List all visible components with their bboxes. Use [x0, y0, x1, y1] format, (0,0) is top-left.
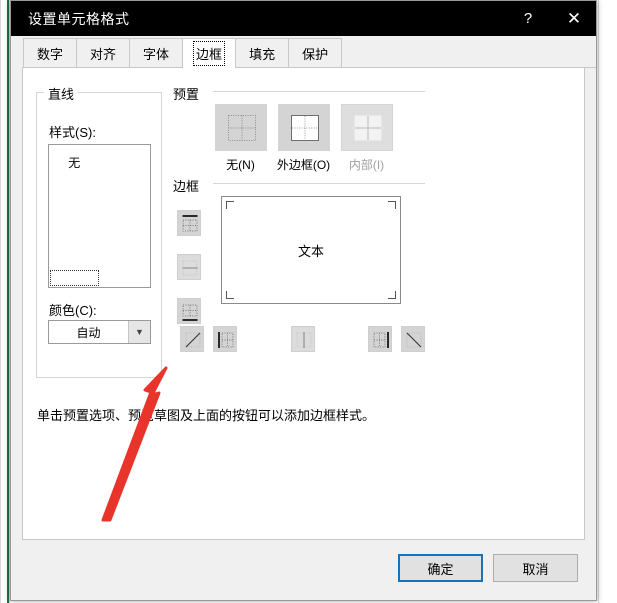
preview-sample-text: 文本 — [297, 243, 324, 259]
tab-label: 对齐 — [90, 47, 117, 62]
grid-vline — [598, 0, 599, 603]
close-icon[interactable]: ✕ — [552, 1, 596, 36]
border-group-rule — [213, 183, 425, 184]
tab-number[interactable]: 数字 — [23, 38, 78, 68]
style-option-solid-thick[interactable] — [100, 251, 151, 269]
style-option-solid-thin[interactable] — [49, 269, 100, 287]
preset-none-button[interactable] — [214, 104, 267, 151]
format-cells-dialog: 设置单元格格式 ? ✕ 数字 对齐 字体 边框 填充 保护 直线 样式(S): … — [10, 0, 597, 601]
border-top-button[interactable] — [177, 210, 201, 236]
border-diagonal-up-button[interactable] — [180, 326, 204, 352]
border-diagonal-up-icon — [185, 331, 201, 349]
style-option-dash-dot-fine[interactable] — [49, 198, 100, 216]
tab-protection[interactable]: 保护 — [288, 38, 343, 68]
style-option-dashed-fine[interactable] — [49, 251, 100, 269]
preset-group-legend: 预置 — [173, 84, 205, 103]
border-diagonal-up-glyph — [185, 332, 201, 348]
border-tab-panel: 直线 样式(S): 无 颜色(C): 自动 ▼ 预置 无(N) 外边框(O) 内… — [22, 67, 585, 540]
tab-border[interactable]: 边框 — [182, 38, 237, 68]
border-right-icon — [373, 331, 389, 349]
style-option-dashed-thick[interactable] — [100, 216, 151, 234]
border-horizontal-inside-button — [177, 254, 201, 280]
border-right-glyph — [373, 332, 389, 348]
color-label: 颜色(C): — [49, 303, 97, 318]
dialog-footer: 确定 取消 — [11, 540, 596, 600]
style-option-dash-dot-medium[interactable] — [100, 198, 151, 216]
preset-none-icon — [227, 114, 257, 142]
style-none-label: 无 — [68, 155, 81, 170]
style-option-dashed-medium[interactable] — [49, 216, 100, 234]
style-label: 样式(S): — [49, 125, 96, 140]
style-option-solid-medium[interactable] — [100, 233, 151, 251]
tab-label: 填充 — [249, 47, 276, 62]
border-horizontal-inside-icon — [182, 259, 198, 277]
style-option-slant-dash[interactable] — [100, 180, 151, 198]
style-option-dash-dot-dot-thin[interactable] — [100, 145, 151, 180]
ok-button-label: 确定 — [427, 561, 454, 577]
line-group-legend: 直线 — [44, 84, 79, 103]
border-vertical-inside-icon — [296, 331, 312, 349]
border-bottom-icon — [182, 303, 198, 321]
style-option-dash-dot-long[interactable] — [49, 233, 100, 251]
dialog-titlebar[interactable]: 设置单元格格式 ? ✕ — [11, 1, 596, 36]
style-option-double[interactable] — [100, 269, 151, 287]
preset-none[interactable]: 无(N) — [209, 104, 272, 173]
tab-strip: 数字 对齐 字体 边框 填充 保护 — [11, 36, 596, 68]
border-diagonal-down-glyph — [406, 332, 422, 348]
preset-none-label: 无(N) — [226, 158, 255, 172]
border-bottom-button[interactable] — [177, 298, 201, 324]
tab-alignment[interactable]: 对齐 — [76, 38, 131, 68]
preset-inside: 内部(I) — [335, 104, 398, 173]
border-left-icon — [218, 331, 234, 349]
border-right-button[interactable] — [368, 326, 392, 352]
border-diagonal-down-button[interactable] — [401, 326, 425, 352]
tab-label: 保护 — [302, 47, 329, 62]
help-icon[interactable]: ? — [506, 1, 550, 36]
preset-outline-icon — [290, 114, 320, 142]
border-color-combobox[interactable]: 自动 ▼ — [48, 320, 151, 344]
tab-strip-filler — [341, 38, 596, 68]
tab-label: 字体 — [143, 47, 170, 62]
border-vertical-inside-glyph — [296, 332, 312, 348]
border-diagonal-down-icon — [406, 331, 422, 349]
style-option-none[interactable]: 无 — [49, 145, 100, 180]
border-horizontal-inside-glyph — [182, 260, 198, 276]
preset-outline-button[interactable] — [277, 104, 330, 151]
border-left-glyph — [218, 332, 234, 348]
preset-inside-glyph — [354, 115, 381, 141]
cancel-button[interactable]: 取消 — [493, 554, 578, 582]
preset-outline[interactable]: 外边框(O) — [272, 104, 335, 173]
tab-fill[interactable]: 填充 — [235, 38, 290, 68]
tab-font[interactable]: 字体 — [129, 38, 184, 68]
border-group-legend: 边框 — [173, 176, 205, 195]
border-left-button[interactable] — [213, 326, 237, 352]
chevron-down-icon[interactable]: ▼ — [128, 321, 150, 343]
preset-outline-label: 外边框(O) — [276, 158, 331, 172]
grid-vline — [0, 0, 1, 603]
border-color-value: 自动 — [76, 325, 101, 340]
border-top-glyph — [182, 215, 198, 232]
preset-inside-label: 内部(I) — [348, 158, 385, 172]
border-preview-area[interactable]: 文本 — [221, 196, 401, 304]
ok-button[interactable]: 确定 — [398, 554, 483, 582]
border-vertical-inside-button — [291, 326, 315, 352]
border-bottom-glyph — [182, 304, 198, 321]
style-option-dotted-fine[interactable] — [49, 180, 100, 198]
preset-inside-button — [340, 104, 393, 151]
cancel-button-label: 取消 — [522, 561, 549, 577]
dialog-title: 设置单元格格式 — [28, 10, 130, 27]
line-style-listbox[interactable]: 无 — [48, 144, 151, 288]
preset-group-rule — [213, 91, 425, 92]
preset-outline-glyph — [290, 115, 319, 141]
border-help-text: 单击预置选项、预览草图及上面的按钮可以添加边框样式。 — [37, 408, 376, 423]
border-top-icon — [182, 215, 198, 233]
tab-label: 边框 — [193, 41, 226, 66]
grid-selected-column-marker — [7, 0, 9, 603]
preset-inside-icon — [353, 114, 383, 142]
preset-none-glyph — [227, 115, 256, 141]
tab-label: 数字 — [37, 47, 64, 62]
